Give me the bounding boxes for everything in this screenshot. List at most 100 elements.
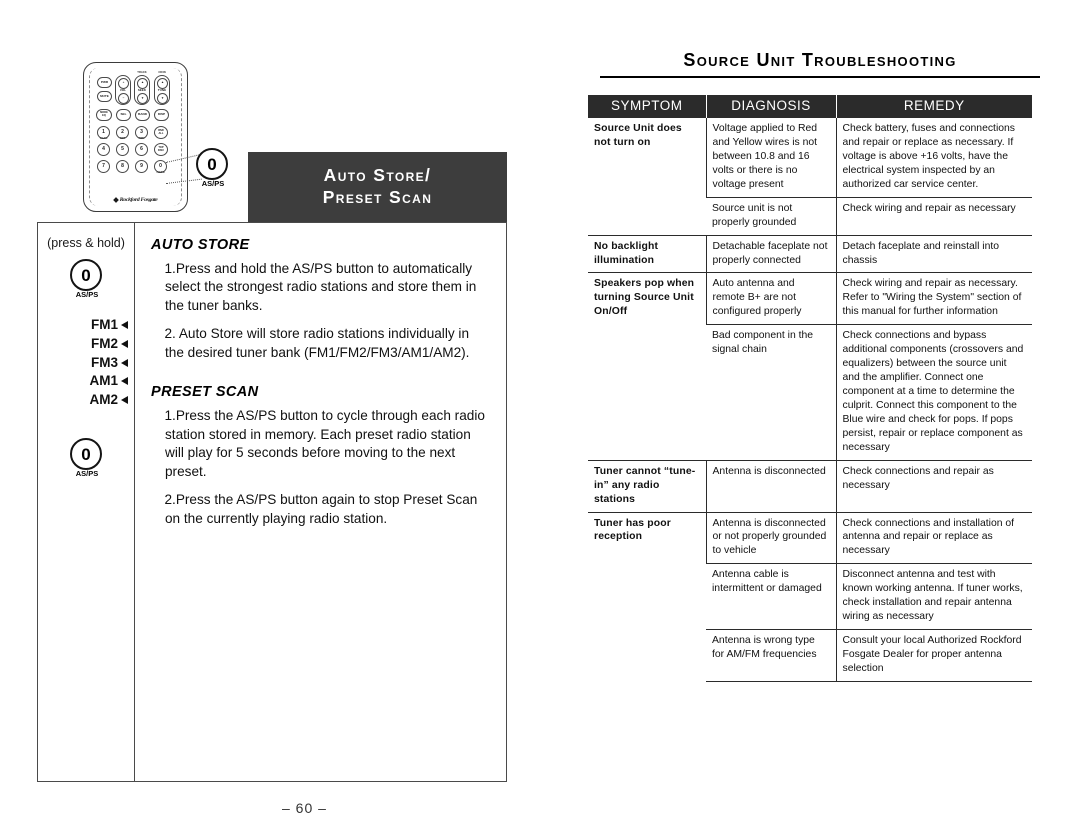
remote-top-disc-button: TOP DISC (154, 143, 168, 156)
remote-key-2: 2 RPT (116, 126, 129, 140)
asps-button-ring: 0 (196, 148, 228, 180)
remote-cdin-label: CD/IN (158, 71, 166, 75)
preset-scan-heading: PRESET SCAN (151, 384, 259, 401)
table-row: Tuner has poor reception Antenna is disc… (588, 511, 1032, 682)
remote-tune-rocker: CD/IN ▲ TUNE ▼ (154, 71, 170, 105)
cell-symptom: Source Unit does not turn on (588, 117, 706, 236)
cell-symptom: Tuner cannot “tune-in” any radio station… (588, 459, 706, 512)
cell-diagnosis: Antenna is wrong type for AM/FM frequenc… (706, 629, 836, 682)
remote-tune-label: TUNE (157, 87, 167, 92)
cell-symptom: No backlight illumination (588, 234, 706, 273)
banner-line-1: Auto Store/ (323, 165, 432, 186)
cell-diagnosis: Source unit is not properly grounded (706, 196, 836, 236)
cell-diagnosis: Voltage applied to Red and Yellow wires … (705, 117, 836, 198)
tuner-bank-label: FM2 (91, 335, 118, 351)
cell-remedy: Check connections and repair as necessar… (835, 459, 1032, 512)
column-header-diagnosis: DIAGNOSIS (706, 95, 837, 118)
asps-button-label: AS/PS (201, 179, 225, 188)
cell-diagnosis: Antenna is disconnected or not properly … (705, 511, 836, 564)
table-row: Source Unit does not turn on Voltage app… (588, 117, 1032, 236)
troubleshooting-table: SYMPTOM DIAGNOSIS REMEDY Source Unit doe… (588, 95, 1032, 682)
page-title: Source Unit Troubleshooting (600, 50, 1040, 78)
asps-callout-button: 0 AS/PS (196, 148, 230, 190)
cell-remedy: Check wiring and repair as necessary (835, 196, 1032, 236)
right-page: Source Unit Troubleshooting SYMPTOM DIAG… (540, 0, 1080, 834)
asps-button-auto-store: 0 AS/PS (70, 259, 104, 301)
cell-remedy: Consult your local Authorized Rockford F… (835, 629, 1032, 682)
diamond-icon (112, 196, 119, 203)
asps-button-graphic-2: 0 AS/PS (70, 438, 104, 480)
preset-scan-step-1: 1.Press the AS/PS button to cycle throug… (164, 408, 485, 479)
banner-line-2: Preset Scan (322, 187, 433, 207)
remote-disp-button: DISP (154, 109, 169, 121)
tuner-bank-label: FM1 (91, 317, 118, 332)
remote-seek-label: SEEK (137, 87, 147, 92)
asps-button-glyph: 0 (207, 154, 217, 174)
table-row: Tuner cannot “tune-in” any radio station… (588, 459, 1032, 512)
preset-scan-step-2: 2.Press the AS/PS button again to stop P… (164, 492, 478, 526)
remote-key-3-sublabel: RTM (138, 137, 145, 140)
remote-sel-button: SEL (116, 109, 131, 121)
tuner-bank-label: AM2 (89, 392, 118, 408)
tuner-bank-item: FM2 (91, 335, 128, 353)
section-banner: Auto Store/ Preset Scan (248, 152, 507, 222)
cell-diagnosis: Detachable faceplate not properly connec… (705, 234, 836, 273)
cell-diagnosis: Antenna cable is intermittent or damaged (706, 563, 836, 630)
arrow-left-icon (121, 339, 128, 348)
table-row: No backlight illumination Detachable fac… (588, 234, 1032, 273)
remote-key-0-sublabel: AS/PS (156, 171, 165, 174)
column-header-remedy: REMEDY (836, 95, 1032, 118)
auto-store-step-1: 1.Press and hold the AS/PS button to aut… (164, 261, 477, 313)
cell-remedy: Check wiring and repair as necessary. Re… (835, 272, 1032, 325)
arrow-left-icon (121, 396, 128, 405)
remote-key-8: 8 (116, 160, 129, 173)
tuner-bank-label: FM3 (91, 354, 118, 370)
remote-band-button: BAND (135, 109, 150, 121)
asps-button-label-2: AS/PS (75, 469, 99, 478)
cell-remedy: Disconnect antenna and test with known w… (835, 563, 1032, 630)
cell-symptom: Tuner has poor reception (588, 511, 706, 682)
remote-track-down-button: ▼ (137, 93, 148, 104)
cell-symptom: Speakers pop when turning Source Unit On… (588, 272, 706, 461)
logo-wordmark: Rockford Fosgate (119, 197, 158, 203)
tuner-bank-list: FM1 FM2 FM3 AM1 AM2 (38, 316, 128, 409)
remote-key-5: 5 (116, 143, 129, 156)
arrow-left-icon (121, 320, 128, 329)
auto-store-step-2: 2. Auto Store will store radio stations … (164, 326, 470, 360)
cell-diagnosis: Bad component in the signal chain (706, 324, 836, 461)
cell-remedy: Detach faceplate and reinstall into chas… (835, 234, 1032, 273)
table-header-row: SYMPTOM DIAGNOSIS REMEDY (588, 95, 1032, 118)
cell-remedy: Check connections and installation of an… (835, 511, 1032, 564)
remote-control-illustration: PWR MUTE + VOL − TRACK ▲ SEEK ▼ CD/IN ▲ … (83, 62, 188, 212)
asps-button-label-1: AS/PS (75, 290, 99, 299)
column-header-symptom: SYMPTOM (588, 95, 707, 118)
remote-volume-down-button: − (118, 93, 129, 104)
cell-diagnosis: Antenna is disconnected (705, 459, 836, 512)
content-box: (press & hold) 0 AS/PS FM1 FM2 FM3 AM1 A… (37, 222, 507, 782)
auto-store-heading: AUTO STORE (151, 237, 250, 253)
remote-key-7: 7 (97, 160, 110, 173)
remote-volume-label: VOL (119, 87, 127, 92)
asps-button-ring-1: 0 (70, 259, 102, 291)
remote-rnd-all-button: RND ALL (154, 126, 168, 139)
remote-mode-eq-button: MODE EQ (96, 109, 112, 121)
tuner-bank-label: AM1 (89, 373, 118, 389)
asps-button-graphic: 0 AS/PS (196, 148, 230, 190)
remote-key-1-sublabel: SCAN (99, 137, 108, 140)
tuner-bank-item: AM1 (89, 372, 128, 390)
remote-key-9: 9 (135, 160, 148, 173)
table-row: Speakers pop when turning Source Unit On… (588, 272, 1032, 461)
press-and-hold-label: (press & hold) (47, 236, 125, 250)
tuner-bank-item: FM3 (91, 354, 128, 372)
cell-remedy: Check connections and bypass additional … (835, 324, 1032, 461)
arrow-left-icon (121, 358, 128, 367)
remote-key-2-sublabel: RPT (119, 137, 126, 140)
page-number-left: – 60 – (282, 800, 327, 816)
remote-volume-rocker: + VOL − (115, 75, 131, 105)
remote-mute-button: MUTE (97, 91, 112, 102)
remote-key-6: 6 (135, 143, 148, 156)
asps-button-preset-scan: 0 AS/PS (70, 438, 104, 480)
cell-diagnosis: Auto antenna and remote B+ are not confi… (705, 272, 836, 325)
remote-body: PWR MUTE + VOL − TRACK ▲ SEEK ▼ CD/IN ▲ … (83, 62, 188, 212)
asps-button-glyph-2: 0 (81, 444, 91, 464)
